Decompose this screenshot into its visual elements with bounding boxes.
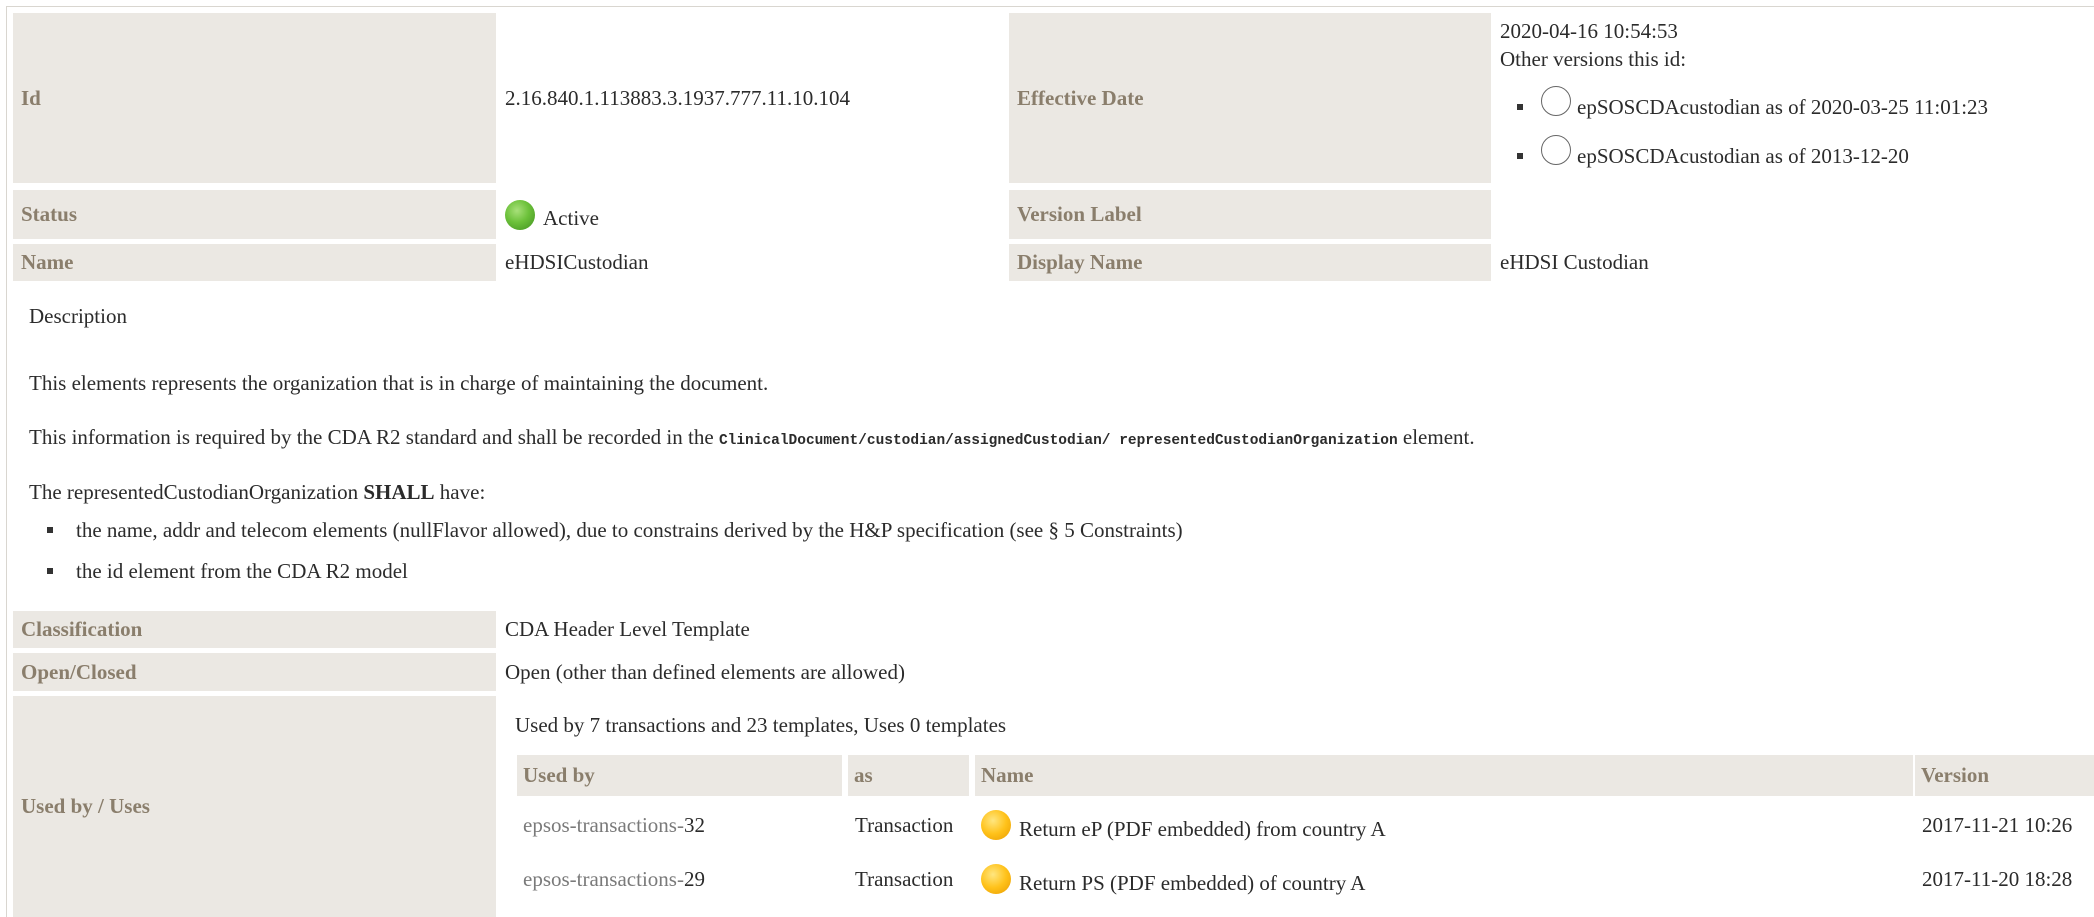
classification-label: Classification xyxy=(13,611,496,648)
list-bullet xyxy=(1517,104,1523,110)
open-closed-label-text: Open/Closed xyxy=(21,659,137,684)
status-label: Status xyxy=(13,190,496,239)
open-closed-value: Open (other than defined elements are al… xyxy=(505,653,1305,691)
paragraph-text: The representedCustodianOrganization xyxy=(29,480,364,504)
id-value: 2.16.840.1.113883.3.1937.777.11.10.104 xyxy=(505,13,1005,183)
status-draft-icon xyxy=(981,864,1011,894)
status-value-text: Active xyxy=(543,206,599,230)
column-header-version: Version xyxy=(1915,755,2094,796)
display-name-label: Display Name xyxy=(1009,244,1491,281)
link-text[interactable]: epsos-transactions- xyxy=(523,867,684,892)
column-header-used-by: Used by xyxy=(517,755,842,796)
column-header-text: as xyxy=(854,763,873,787)
usage-name-text: Return eP (PDF embedded) from country A xyxy=(1019,816,1386,841)
paragraph-text: element. xyxy=(1397,425,1475,449)
version-option-label: epSOSCDAcustodian as of 2013-12-20 xyxy=(1577,143,1909,168)
code-path: ClinicalDocument/custodian/assignedCusto… xyxy=(718,433,1398,449)
usage-name: Return PS (PDF embedded) of country A xyxy=(981,864,1366,898)
used-by-summary: Used by 7 transactions and 23 templates,… xyxy=(515,713,1007,737)
version-radio[interactable] xyxy=(1541,135,1571,165)
status-active-icon xyxy=(505,199,535,230)
display-name-label-text: Display Name xyxy=(1017,250,1143,274)
paragraph-text: have: xyxy=(434,480,486,504)
link-number[interactable]: 29 xyxy=(684,867,705,892)
open-closed-label: Open/Closed xyxy=(13,653,496,691)
effective-date-label-text: Effective Date xyxy=(1017,85,1144,110)
list-bullet xyxy=(47,527,53,533)
column-header-name: Name xyxy=(975,755,1913,796)
version-option[interactable]: epSOSCDAcustodian as of 2020-03-25 11:01… xyxy=(1517,86,1989,122)
name-value: eHDSICustodian xyxy=(505,244,1005,281)
other-versions-label: Other versions this id: xyxy=(1500,47,1687,71)
used-by-link[interactable]: epsos-transactions- 29 xyxy=(523,864,705,894)
status-label-text: Status xyxy=(21,202,78,226)
classification-value: CDA Header Level Template xyxy=(505,611,1305,648)
column-header-text: Name xyxy=(981,763,1034,787)
status-value: Active xyxy=(505,190,1005,239)
usage-version: 2017-11-20 18:28 xyxy=(1922,866,2073,891)
version-label-label: Version Label xyxy=(1009,190,1491,239)
status-draft-icon xyxy=(981,810,1011,840)
list-bullet xyxy=(47,568,53,574)
column-header-as: as xyxy=(848,755,969,796)
emphasis-text: SHALL xyxy=(363,480,435,504)
column-header-text: Version xyxy=(1921,763,1990,787)
usage-type: Transaction xyxy=(855,866,954,891)
classification-label-text: Classification xyxy=(21,617,143,641)
effective-date-label: Effective Date xyxy=(1009,13,1491,183)
link-text[interactable]: epsos-transactions- xyxy=(523,813,684,838)
open-closed-value-text: Open (other than defined elements are al… xyxy=(505,659,905,684)
name-label: Name xyxy=(13,244,496,281)
paragraph-text: This information is required by the CDA … xyxy=(29,425,719,449)
display-name-value: eHDSI Custodian xyxy=(1500,244,2080,281)
name-label-text: Name xyxy=(21,250,74,274)
version-label-label-text: Version Label xyxy=(1017,202,1142,226)
description-heading: Description xyxy=(29,304,127,328)
link-number[interactable]: 32 xyxy=(684,813,705,838)
used-by-label-text: Used by / Uses xyxy=(21,794,150,818)
used-by-link[interactable]: epsos-transactions- 32 xyxy=(523,810,705,840)
column-header-text: Used by xyxy=(523,763,595,787)
version-label-value xyxy=(1500,190,2080,239)
used-by-label: Used by / Uses xyxy=(13,696,496,917)
usage-version: 2017-11-21 10:26 xyxy=(1922,812,2073,837)
id-label: Id xyxy=(13,13,496,183)
description-paragraph: The representedCustodianOrganization SHA… xyxy=(29,480,485,505)
id-label-text: Id xyxy=(21,85,41,110)
usage-name: Return eP (PDF embedded) from country A xyxy=(981,810,1386,844)
description-paragraph: This information is required by the CDA … xyxy=(29,425,1475,450)
description-bullet-item: the name, addr and telecom elements (nul… xyxy=(76,518,1183,542)
version-option[interactable]: epSOSCDAcustodian as of 2013-12-20 xyxy=(1517,135,1909,171)
version-radio[interactable] xyxy=(1541,86,1571,116)
effective-date-value: 2020-04-16 10:54:53 xyxy=(1500,19,1678,43)
effective-date-block: 2020-04-16 10:54:53 Other versions this … xyxy=(1500,17,1686,73)
display-name-value-text: eHDSI Custodian xyxy=(1500,250,1649,274)
description-bullet-item: the id element from the CDA R2 model xyxy=(76,559,408,583)
classification-value-text: CDA Header Level Template xyxy=(505,617,750,641)
usage-type: Transaction xyxy=(855,812,954,837)
name-value-text: eHDSICustodian xyxy=(505,250,649,274)
id-value-text: 2.16.840.1.113883.3.1937.777.11.10.104 xyxy=(505,85,850,110)
description-paragraph: This elements represents the organizatio… xyxy=(29,371,769,395)
version-option-label: epSOSCDAcustodian as of 2020-03-25 11:01… xyxy=(1577,94,1989,119)
list-bullet xyxy=(1517,153,1523,159)
usage-name-text: Return PS (PDF embedded) of country A xyxy=(1019,870,1366,895)
